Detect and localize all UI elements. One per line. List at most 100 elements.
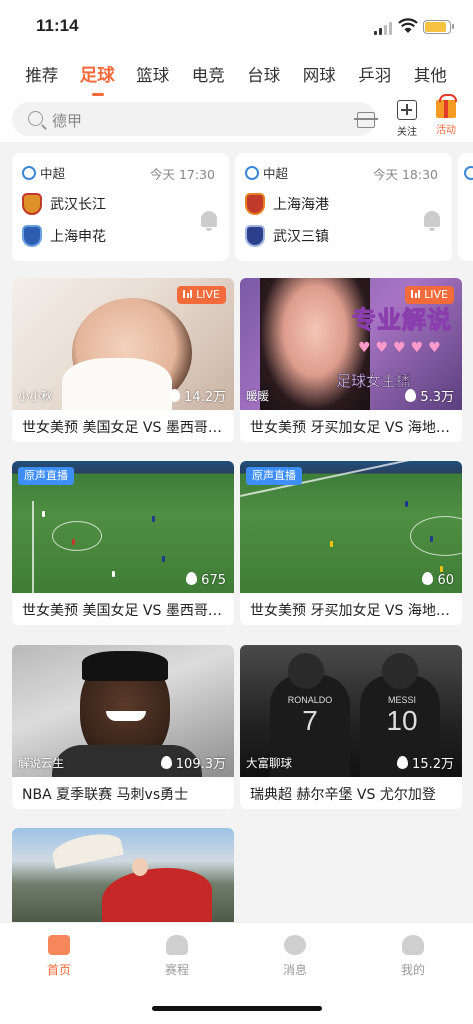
video-thumbnail: RONALDO 7 MESSI 10 大富聊球 15.2万 [240,645,462,777]
heat-count: 15.2万 [397,753,454,772]
activity-button[interactable]: 活动 [432,94,460,136]
player-marker [330,541,333,547]
tab-table-tennis-badminton[interactable]: 乒羽 [347,52,403,100]
heat-count: 109.3万 [160,753,226,772]
activity-label: 活动 [436,125,456,136]
tab-football[interactable]: 足球 [70,52,126,100]
heat-count: 5.3万 [405,386,454,405]
match-card-partial[interactable] [458,153,473,261]
signal-icon [374,22,394,35]
match-card[interactable]: 中超 今天 17:30 武汉长江 上海申花 [12,153,229,261]
scan-icon[interactable] [354,112,378,128]
home-team: 武汉长江 [22,193,106,215]
nav-messages[interactable]: 消息 [265,935,325,978]
live-icon [411,290,421,298]
nav-profile-label: 我的 [400,963,425,977]
home-team-name: 武汉长江 [50,197,106,213]
fire-icon [397,756,409,769]
search-row: 德甲 关注 活动 [0,94,473,142]
umbrella-shape [50,829,124,869]
heat-value: 5.3万 [420,390,454,405]
player-marker [112,571,115,577]
video-title: NBA 夏季联赛 马刺vs勇士 [22,787,189,803]
home-icon [48,935,70,955]
nav-messages-label: 消息 [282,963,307,977]
nav-schedule-label: 赛程 [164,963,189,977]
match-time: 今天 17:30 [150,167,215,182]
match-carousel: 中超 今天 17:30 武汉长江 上海申花 中超 今天 18:30 上海海港 武… [0,153,473,261]
team-crest-icon [245,193,265,215]
anchor-name: 暖暖 [246,389,269,403]
search-placeholder: 德甲 [52,112,83,130]
anchor-name: 大富聊球 [246,756,292,770]
jersey-name: MESSI [387,695,416,705]
jersey-number: 10 [386,705,418,736]
video-title: 世女美预 美国女足 VS 墨西哥… [22,603,222,619]
jersey-name: RONALDO [287,695,333,705]
video-title: 世女美预 牙买加女足 VS 海地… [250,420,450,436]
nav-home[interactable]: 首页 [29,935,89,978]
bell-icon[interactable] [201,211,217,231]
search-input[interactable]: 德甲 [12,102,378,136]
home-indicator[interactable] [152,1006,322,1011]
match-league: 中超 [245,163,288,182]
jersey-number: 7 [302,705,318,736]
person-head [132,858,148,876]
football-icon [245,166,259,180]
live-label: LIVE [196,288,220,301]
away-team-name: 上海申花 [50,229,106,245]
live-label: LIVE [424,288,448,301]
live-icon [183,290,193,298]
tab-basketball[interactable]: 篮球 [125,52,181,100]
gift-icon [436,94,457,118]
video-thumbnail: 专业解说 ♥♥♥♥♥ 足球女主播 LIVE 暖暖 5.3万 [240,278,462,410]
search-icon [28,111,43,126]
video-card[interactable]: RONALDO 7 MESSI 10 大富聊球 15.2万 瑞典超 赫尔辛堡 V… [240,645,462,809]
heat-count: 14.2万 [169,386,226,405]
profile-icon [402,935,424,955]
league-name: 中超 [263,166,289,181]
video-card[interactable]: 原声直播 675 世女美预 美国女足 VS 墨西哥… [12,461,234,625]
tab-esports[interactable]: 电竞 [181,52,237,100]
heart-decoration: ♥♥♥♥♥ [358,340,446,356]
heat-value: 14.2万 [184,390,226,405]
football-icon [22,166,36,180]
heat-value: 60 [437,573,454,588]
football-icon [464,166,473,180]
match-card[interactable]: 中超 今天 18:30 上海海港 武汉三镇 [235,153,452,261]
video-card[interactable]: 原声直播 60 世女美预 牙买加女足 VS 海地… [240,461,462,625]
tab-tennis[interactable]: 网球 [292,52,348,100]
original-audio-badge: 原声直播 [18,467,74,485]
category-tabs: 推荐 足球 篮球 电竞 台球 网球 乒羽 其他 [0,52,473,100]
smile-shape [106,711,146,721]
team-crest-icon [22,225,42,247]
video-card[interactable]: 专业解说 ♥♥♥♥♥ 足球女主播 LIVE 暖暖 5.3万 世女美预 牙买加女足… [240,278,462,442]
follow-label: 关注 [397,127,417,138]
heat-value: 109.3万 [175,757,226,772]
sweater-shape [62,358,172,410]
video-thumbnail: 解说云生 109.3万 [12,645,234,777]
nav-profile[interactable]: 我的 [383,935,443,978]
battery-icon [423,20,454,34]
original-audio-badge: 原声直播 [246,467,302,485]
tab-billiards[interactable]: 台球 [236,52,292,100]
player-head [288,653,324,689]
nav-schedule[interactable]: 赛程 [147,935,207,978]
red-dress-shape [102,868,212,922]
bell-icon[interactable] [424,211,440,231]
follow-button[interactable]: 关注 [393,100,421,138]
video-card[interactable]: 解说云生 109.3万 NBA 夏季联赛 马刺vs勇士 [12,645,234,809]
tab-other[interactable]: 其他 [403,52,459,100]
away-team: 武汉三镇 [245,225,329,247]
player-head [382,653,418,689]
player-marker [430,536,433,542]
home-team-name: 上海海港 [273,197,329,213]
player-marker [42,511,45,517]
video-card[interactable] [12,828,234,922]
nav-home-label: 首页 [46,963,71,977]
overlay-subtitle: 足球女主播 [336,372,412,391]
tab-recommend[interactable]: 推荐 [14,52,70,100]
live-badge: LIVE [405,286,454,304]
video-title: 瑞典超 赫尔辛堡 VS 尤尔加登 [250,787,436,803]
video-card[interactable]: LIVE 小小秋 14.2万 世女美预 美国女足 VS 墨西哥… [12,278,234,442]
